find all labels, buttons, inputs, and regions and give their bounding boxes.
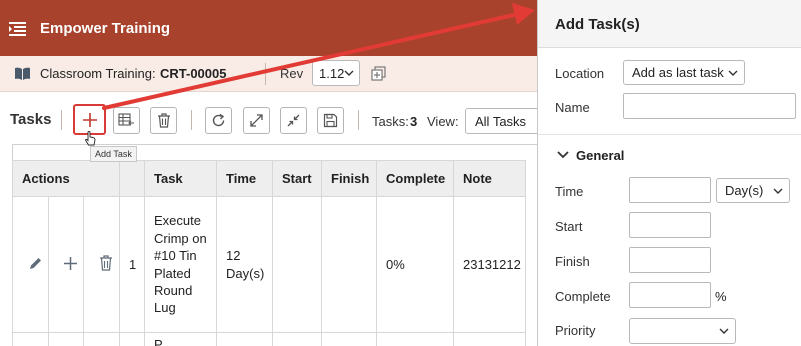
percent-sign: % [715,289,727,304]
column-header-start[interactable]: Start [272,160,322,197]
record-info-bar: Classroom Training: CRT-00005 Rev 1.12 [0,56,540,92]
time-unit-select[interactable]: Day(s) [716,178,790,203]
chevron-down-icon [344,70,354,76]
column-header-note[interactable]: Note [453,160,526,197]
complete-cell: 0% [376,196,454,333]
import-tasks-button[interactable] [113,107,140,134]
location-value: Add as last task [632,65,724,80]
plus-icon[interactable] [63,256,78,271]
pencil-icon[interactable] [28,256,43,271]
plus-icon [82,112,97,127]
revision-select[interactable]: 1.12 [312,60,360,86]
column-header-time[interactable]: Time [216,160,273,197]
finish-label: Finish [555,254,590,269]
delete-button[interactable] [150,107,177,134]
note-cell: 23131212 [453,196,526,333]
collapse-icon [287,114,300,127]
table-import-icon [118,113,134,126]
divider [191,110,192,130]
expand-icon [250,114,263,127]
start-cell [272,196,322,333]
column-header-finish[interactable]: Finish [321,160,377,197]
view-label: View: [427,114,459,129]
app-title: Empower Training [40,20,171,37]
location-select[interactable]: Add as last task [623,60,745,85]
record-code: CRT-00005 [160,66,227,81]
app-header: Empower Training [0,0,540,56]
tasks-section-title: Tasks [10,111,52,128]
time-unit-value: Day(s) [725,183,764,198]
column-header-task[interactable]: Task [144,160,217,197]
general-section-title[interactable]: General [576,148,624,163]
add-tasks-panel: Add Task(s) Location Add as last task Na… [537,0,801,346]
task-time: 12 Day(s) [226,247,265,281]
app-window: Empower Training Classroom Training: CRT… [0,0,540,346]
mouse-pointer-icon [85,131,96,146]
view-select[interactable]: All Tasks [465,108,540,134]
row-number: 1 [119,196,145,333]
divider [358,110,359,130]
start-label: Start [555,219,583,234]
name-label: Name [555,100,590,115]
column-header-complete[interactable]: Complete [376,160,454,197]
time-input[interactable] [629,177,711,203]
time-cell: 12 Day(s) [216,196,273,333]
table-header-row: Actions Task Time Start Finish Complete … [12,160,526,197]
location-label: Location [555,66,605,81]
chevron-down-icon [719,328,729,334]
record-type-label: Classroom Training: [40,66,156,81]
save-icon [323,113,338,128]
task-cell: Execute Crimp on #10 Tin Plated Round Lu… [144,196,217,333]
divider [265,63,266,85]
start-date-input[interactable] [629,212,711,238]
edit-cell [12,196,49,333]
tasks-count: 3 [410,114,418,129]
book-icon [15,67,30,80]
chevron-down-icon [773,188,783,194]
trash-icon[interactable] [99,255,113,271]
panel-title: Add Task(s) [555,16,640,33]
divider [61,110,62,130]
complete-percent-input[interactable] [629,282,711,308]
name-input[interactable] [623,93,796,119]
priority-label: Priority [555,323,596,338]
refresh-icon [212,113,225,127]
column-header-number [119,160,145,197]
tasks-toolbar: Tasks Tasks: 3 View: All Tasks [0,92,540,144]
section-divider [538,134,801,135]
menu-icon[interactable] [9,22,26,36]
tasks-count-label: Tasks: [372,114,409,129]
priority-select[interactable] [629,318,736,344]
revision-label: Rev [280,66,304,81]
refresh-button[interactable] [205,107,232,134]
revision-value: 1.12 [319,66,345,81]
panel-header: Add Task(s) [538,0,801,48]
expand-all-button[interactable] [243,107,270,134]
save-button[interactable] [317,107,344,134]
add-subtask-cell [48,196,84,333]
task-cell-partial: P [144,332,217,346]
table-row: P [12,332,526,346]
delete-row-cell [83,196,120,333]
chevron-down-icon[interactable] [557,151,569,159]
table-row: 1 Execute Crimp on #10 Tin Plated Round … [12,196,526,333]
time-label: Time [555,184,584,199]
complete-label: Complete [555,289,611,304]
add-task-tooltip: Add Task [90,146,137,162]
column-header-actions: Actions [12,160,120,197]
tasks-table: Actions Task Time Start Finish Complete … [12,160,526,346]
finish-date-input[interactable] [629,247,711,273]
task-name: Execute Crimp on #10 Tin Plated Round Lu… [154,213,207,316]
collapse-all-button[interactable] [280,107,307,134]
finish-cell [321,196,377,333]
trash-icon [157,113,170,128]
chevron-down-icon [728,70,738,76]
compare-revisions-icon[interactable] [371,66,386,81]
view-value: All Tasks [475,114,527,129]
